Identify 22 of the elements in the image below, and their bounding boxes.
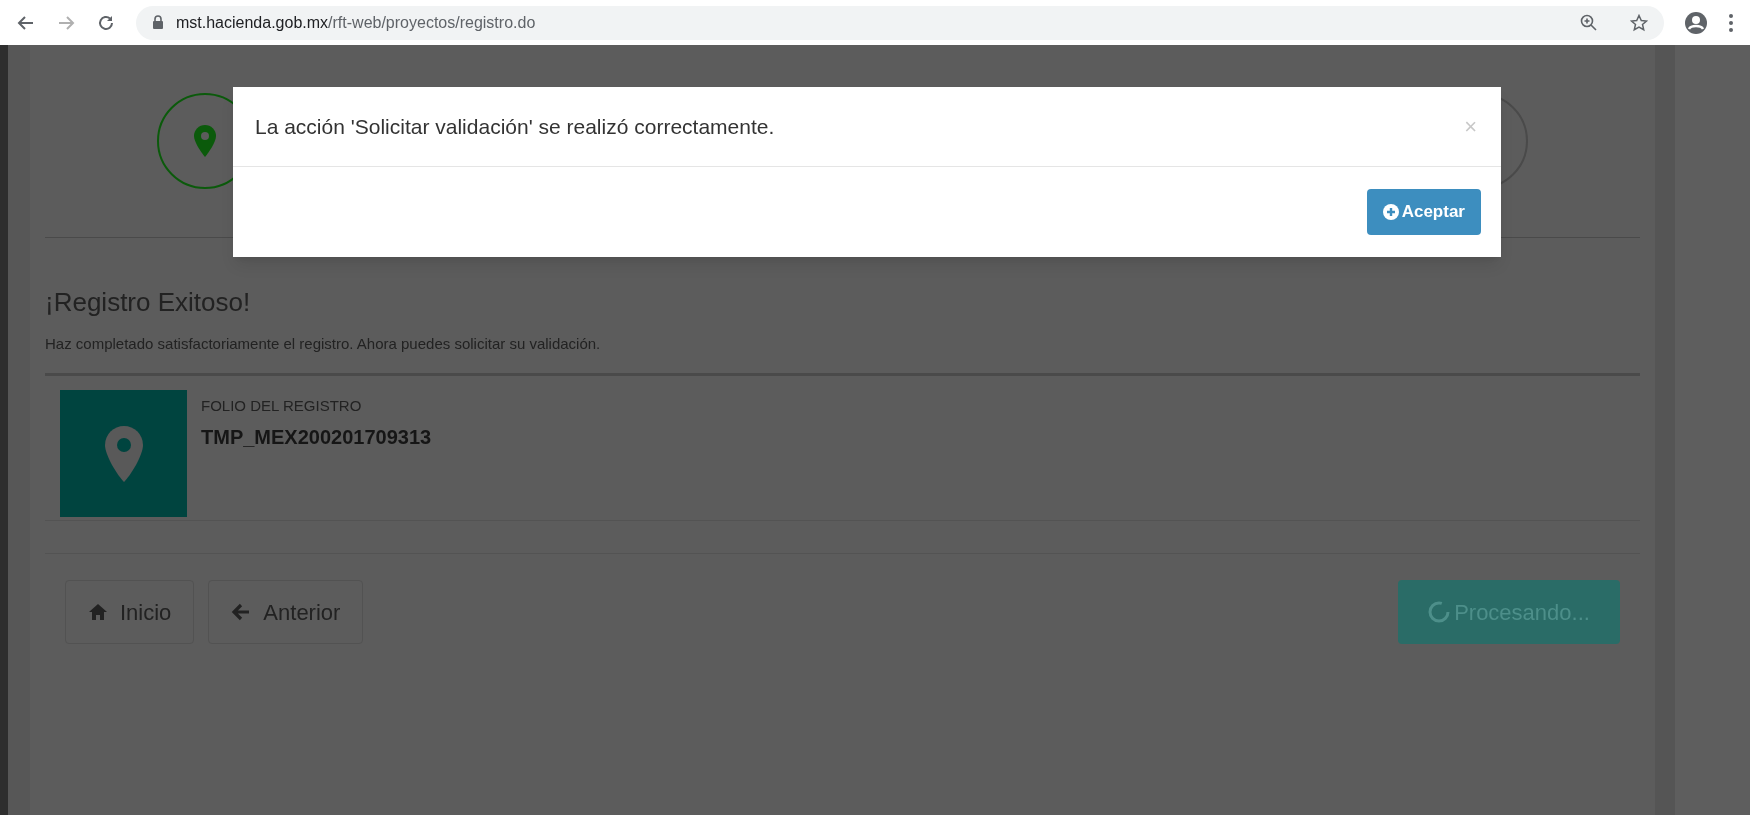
folio-label: FOLIO DEL REGISTRO	[201, 396, 363, 416]
back-button[interactable]: Anterior	[208, 580, 364, 644]
close-button[interactable]: ×	[1464, 110, 1477, 143]
star-icon[interactable]	[1630, 13, 1648, 32]
menu-icon[interactable]	[1728, 12, 1734, 33]
dialog-message: La acción 'Solicitar validación' se realizó correctamente.	[255, 113, 776, 140]
map-pin-icon	[104, 425, 143, 482]
home-button[interactable]: Inicio	[65, 580, 195, 644]
map-pin-icon	[194, 125, 216, 157]
plus-circle-icon	[1382, 204, 1399, 220]
success-message: Haz completado satisfactoriamente el registro. Ahora puedes solicitar su validación.	[45, 333, 602, 354]
accept-button[interactable]: Aceptar	[1366, 189, 1481, 235]
spinner-icon	[1428, 601, 1451, 623]
zoom-icon[interactable]	[1580, 13, 1598, 32]
left-arrow-icon	[231, 603, 252, 621]
home-icon	[88, 603, 108, 621]
address-bar[interactable]: mst.hacienda.gob.mx/rft-web/proyectos/registro.do	[136, 5, 1664, 40]
success-heading: ¡Registro Exitoso!	[45, 286, 252, 319]
account-icon[interactable]	[1684, 10, 1708, 35]
url-text: mst.hacienda.gob.mx/rft-web/proyectos/registro.do	[176, 12, 537, 33]
folio-number: TMP_MEX200201709313	[201, 424, 432, 450]
lock-icon	[152, 15, 164, 30]
